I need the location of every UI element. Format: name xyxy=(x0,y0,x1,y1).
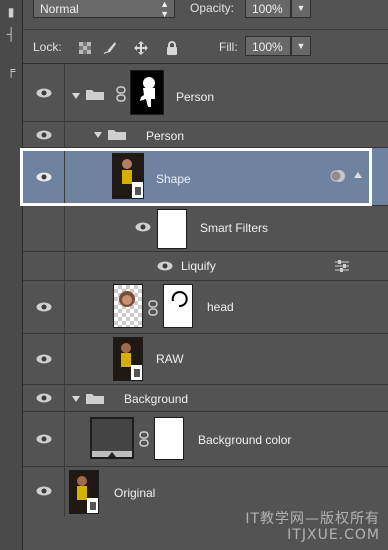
layer-row-background-color[interactable]: Background color xyxy=(23,412,388,467)
eye-icon[interactable] xyxy=(36,486,52,496)
lock-transparent-pixels-icon[interactable] xyxy=(78,41,92,55)
highlight-frame xyxy=(20,148,372,206)
tool-icon[interactable]: ▮ xyxy=(4,4,18,20)
eye-icon[interactable] xyxy=(135,222,151,232)
lock-position-icon[interactable] xyxy=(134,41,148,55)
folder-icon xyxy=(108,130,126,140)
watermark-line2: ITJXUE.COM xyxy=(287,527,380,543)
expand-caret-icon[interactable] xyxy=(94,132,102,138)
eye-icon[interactable] xyxy=(36,434,52,444)
watermark-line1: IT教学网—版权所有 xyxy=(245,511,380,527)
eye-icon[interactable] xyxy=(36,130,52,140)
eye-icon[interactable] xyxy=(36,302,52,312)
lock-all-icon[interactable] xyxy=(165,41,179,55)
opacity-dropdown-button[interactable]: ▼ xyxy=(291,0,311,18)
layer-mask-thumbnail[interactable] xyxy=(154,417,184,460)
eye-icon[interactable] xyxy=(157,261,173,271)
layer-mask-thumbnail[interactable] xyxy=(130,70,164,115)
layer-row-background-group[interactable]: Background xyxy=(23,385,388,412)
fill-layer-thumbnail[interactable] xyxy=(90,417,134,459)
layer-name: Background color xyxy=(198,433,292,447)
layer-row-person-subgroup[interactable]: Person xyxy=(23,122,388,148)
layer-row-person-group[interactable]: Person xyxy=(23,64,388,122)
layer-name: Person xyxy=(146,129,185,143)
blend-options-bar: Normal ▲ ▼ Opacity: 100% ▼ xyxy=(23,0,388,30)
link-icon[interactable] xyxy=(148,300,158,316)
eye-icon[interactable] xyxy=(36,393,52,403)
layer-name: Person xyxy=(176,90,215,104)
blend-mode-select[interactable]: Normal ▲ ▼ xyxy=(33,0,175,19)
layer-row-raw[interactable]: RAW xyxy=(23,334,388,385)
filter-mask-thumbnail[interactable] xyxy=(157,209,187,249)
layer-name: head xyxy=(207,300,234,314)
expand-caret-icon[interactable] xyxy=(72,93,80,99)
layer-name: Original xyxy=(114,486,156,500)
visibility-toggle[interactable] xyxy=(23,281,65,333)
filter-name: Liquify xyxy=(181,259,216,273)
eye-icon[interactable] xyxy=(36,354,52,364)
layer-mask-thumbnail[interactable] xyxy=(163,284,193,328)
blending-options-icon[interactable] xyxy=(334,260,350,272)
fill-input[interactable]: 100% xyxy=(245,36,291,56)
visibility-toggle[interactable] xyxy=(23,122,65,147)
link-icon[interactable] xyxy=(139,431,149,447)
smart-filters-label: Smart Filters xyxy=(200,221,269,235)
tool-icon[interactable]: ╒ xyxy=(4,62,18,78)
opacity-label: Opacity: xyxy=(190,1,235,15)
lock-label: Lock: xyxy=(33,40,62,54)
layer-row-head[interactable]: head xyxy=(23,281,388,334)
tool-strip: ▮ ┤ ╒ xyxy=(0,0,23,550)
smart-filters-row[interactable]: Smart Filters xyxy=(23,206,388,252)
opacity-value: 100% xyxy=(252,2,283,16)
layer-thumbnail[interactable] xyxy=(113,284,143,328)
stepper-icon: ▲ ▼ xyxy=(160,0,169,19)
fill-dropdown-button[interactable]: ▼ xyxy=(291,36,311,56)
link-icon[interactable] xyxy=(116,86,126,102)
tool-icon[interactable]: ┤ xyxy=(4,26,18,42)
eye-column xyxy=(23,252,65,280)
visibility-toggle[interactable] xyxy=(23,467,65,517)
eye-icon[interactable] xyxy=(36,88,52,98)
opacity-input[interactable]: 100% xyxy=(245,0,291,18)
fill-value: 100% xyxy=(252,40,283,54)
visibility-toggle[interactable] xyxy=(23,64,65,121)
expand-caret-icon[interactable] xyxy=(72,396,80,402)
layer-name: RAW xyxy=(156,352,184,366)
layer-name: Background xyxy=(124,392,189,406)
folder-icon xyxy=(86,90,104,100)
visibility-toggle[interactable] xyxy=(23,412,65,466)
visibility-toggle[interactable] xyxy=(23,334,65,384)
lock-image-pixels-icon[interactable] xyxy=(103,41,117,55)
filter-row-liquify[interactable]: Liquify xyxy=(23,252,388,281)
folder-icon xyxy=(86,394,104,404)
fill-label: Fill: xyxy=(219,40,238,54)
layer-thumbnail[interactable] xyxy=(69,470,99,514)
layer-thumbnail[interactable] xyxy=(113,337,143,381)
visibility-toggle[interactable] xyxy=(23,385,65,411)
blend-mode-value: Normal xyxy=(40,2,79,16)
eye-column xyxy=(23,206,65,251)
